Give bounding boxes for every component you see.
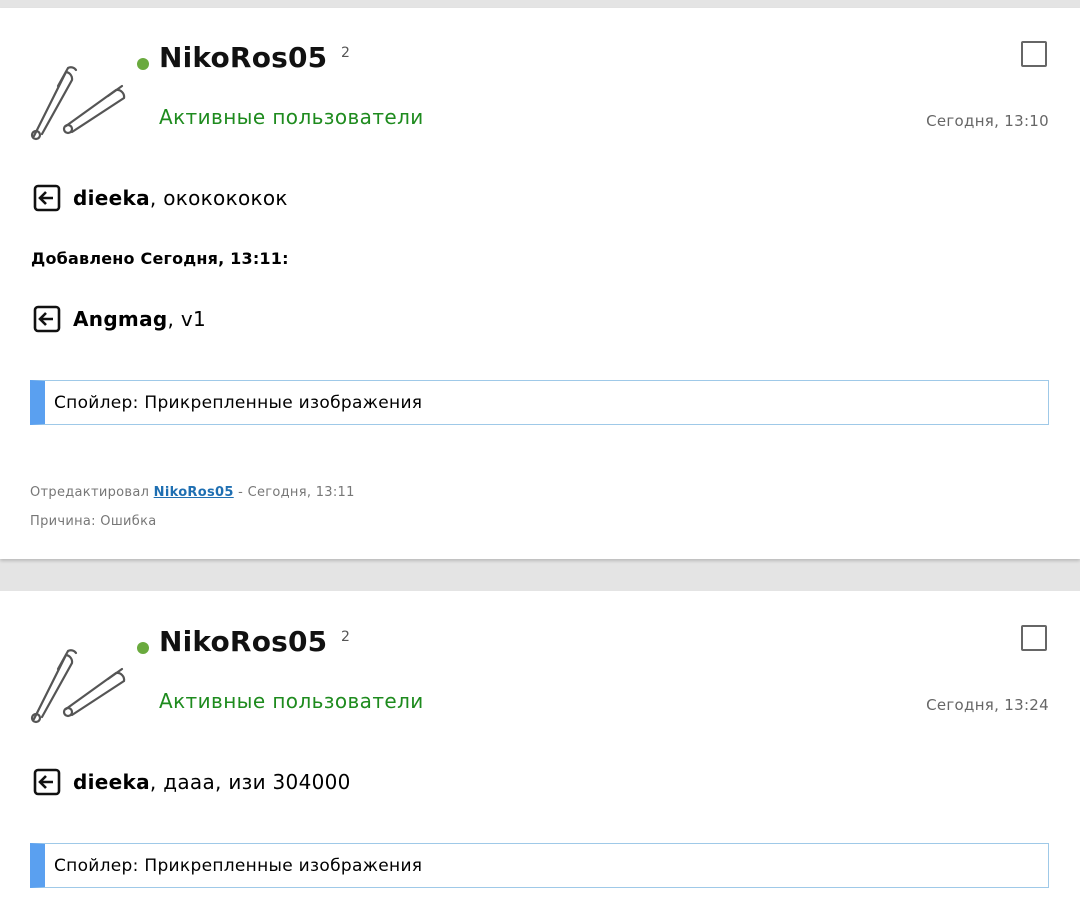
- edit-prefix: Отредактировал: [30, 485, 150, 500]
- reputation-count: 2: [341, 629, 350, 645]
- added-note: Добавлено Сегодня, 13:11:: [31, 249, 289, 268]
- reply-mention: dieeka , ококококок: [33, 184, 288, 212]
- post-author[interactable]: NikoRos05: [159, 41, 327, 74]
- reply-text: , ококококок: [149, 186, 288, 210]
- post-2: NikoRos05 2 Активные пользователи Сегодн…: [0, 591, 1080, 916]
- spoiler-label: Спойлер: Прикрепленные изображения: [54, 392, 423, 413]
- spoiler-label: Спойлер: Прикрепленные изображения: [54, 855, 423, 876]
- reply-username[interactable]: dieeka: [73, 770, 150, 794]
- post-author[interactable]: NikoRos05: [159, 625, 327, 658]
- online-indicator: [137, 58, 149, 70]
- reply-mention: Angmag , v1: [33, 305, 206, 333]
- reply-mention: dieeka , дааа, изи 304000: [33, 768, 351, 796]
- safety-pin-icon[interactable]: [28, 56, 132, 144]
- edit-info: Отредактировал NikoRos05 - Сегодня, 13:1…: [30, 485, 355, 500]
- reply-text: , v1: [167, 307, 206, 331]
- post-1: NikoRos05 2 Активные пользователи Сегодн…: [0, 8, 1080, 559]
- editor-link[interactable]: NikoRos05: [154, 485, 234, 500]
- reply-username[interactable]: Angmag: [73, 307, 168, 331]
- post-time[interactable]: Сегодня, 13:24: [926, 696, 1049, 714]
- quote-reply-icon[interactable]: [33, 305, 61, 333]
- spoiler-toggle[interactable]: Спойлер: Прикрепленные изображения: [30, 843, 1049, 888]
- edit-reason: Причина: Ошибка: [30, 514, 157, 529]
- reply-username[interactable]: dieeka: [73, 186, 150, 210]
- select-post-checkbox[interactable]: [1021, 625, 1047, 651]
- reply-text: , дааа, изи 304000: [149, 770, 351, 794]
- post-time[interactable]: Сегодня, 13:10: [926, 112, 1049, 130]
- reputation-count: 2: [341, 45, 350, 61]
- user-group: Активные пользователи: [159, 105, 424, 129]
- select-post-checkbox[interactable]: [1021, 41, 1047, 67]
- spoiler-toggle[interactable]: Спойлер: Прикрепленные изображения: [30, 380, 1049, 425]
- user-group: Активные пользователи: [159, 689, 424, 713]
- safety-pin-icon[interactable]: [28, 639, 132, 727]
- quote-reply-icon[interactable]: [33, 184, 61, 212]
- edit-time: - Сегодня, 13:11: [238, 485, 355, 500]
- quote-reply-icon[interactable]: [33, 768, 61, 796]
- online-indicator: [137, 642, 149, 654]
